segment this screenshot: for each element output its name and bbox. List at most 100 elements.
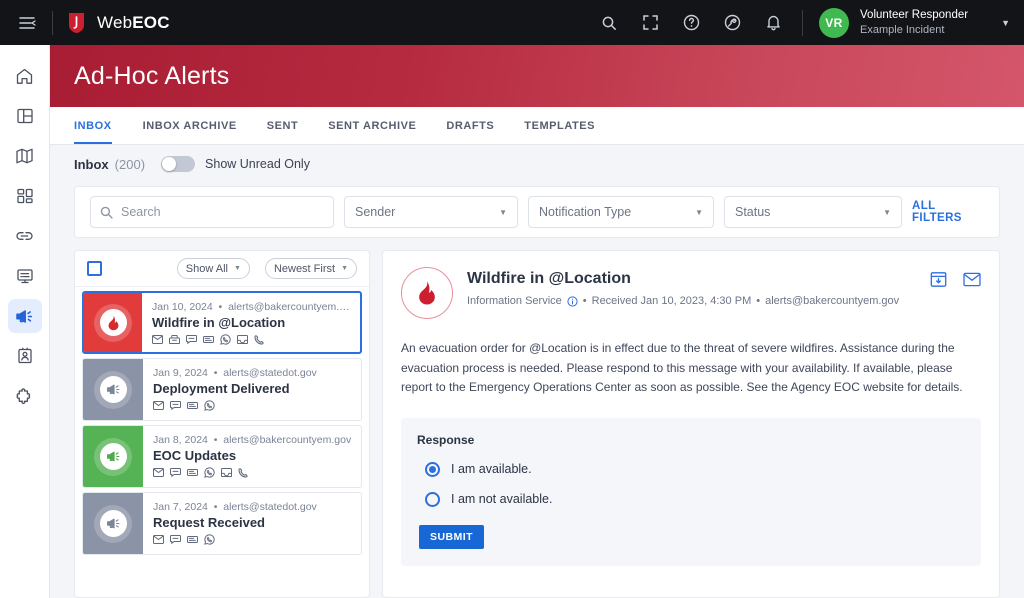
detail-title: Wildfire in @Location	[467, 270, 916, 288]
message-detail-panel: Wildfire in @Location Information Servic…	[382, 250, 1000, 598]
show-unread-only-toggle[interactable]	[161, 156, 195, 172]
phone-icon	[238, 468, 248, 478]
submit-button[interactable]: SUBMIT	[419, 525, 484, 549]
help-icon[interactable]	[680, 12, 702, 34]
list-item[interactable]: Jan 7, 2024 • alerts@statedot.gov Reques…	[82, 492, 362, 555]
message-thumbnail	[83, 426, 143, 487]
sms-icon	[170, 468, 181, 477]
message-date: Jan 9, 2024	[153, 367, 208, 379]
list-item[interactable]: Jan 9, 2024 • alerts@statedot.gov Deploy…	[82, 358, 362, 421]
hamburger-icon[interactable]	[10, 6, 44, 40]
chevron-down-icon: ▼	[341, 265, 348, 272]
show-all-dropdown[interactable]: Show All ▼	[177, 258, 250, 279]
search-placeholder: Search	[121, 205, 161, 219]
tab-inbox[interactable]: INBOX	[74, 107, 128, 144]
show-unread-only-label: Show Unread Only	[205, 157, 310, 171]
webeoc-logo-icon	[67, 12, 86, 34]
status-dropdown-label: Status	[735, 205, 770, 219]
chevron-down-icon: ▼	[234, 265, 241, 272]
filter-bar: Search Sender ▼ Notification Type ▼ Stat…	[74, 186, 1000, 238]
notifications-icon[interactable]	[762, 12, 784, 34]
support-icon[interactable]	[721, 12, 743, 34]
message-list-panel: Show All ▼ Newest First ▼	[74, 250, 370, 598]
message-sender: alerts@bakercountyem.gov	[223, 434, 351, 446]
sms-icon	[170, 401, 181, 410]
message-thumbnail	[83, 493, 143, 554]
detail-service: Information Service	[467, 295, 562, 307]
channel-icons	[153, 467, 352, 478]
sidebar-item-links[interactable]	[8, 219, 42, 253]
sidebar-item-plugins[interactable]	[8, 379, 42, 413]
email-icon	[152, 335, 163, 344]
megaphone-icon	[106, 449, 121, 464]
radio-option-available[interactable]: I am available.	[417, 462, 965, 477]
list-item[interactable]: Jan 8, 2024 • alerts@bakercountyem.gov E…	[82, 425, 362, 488]
whatsapp-icon	[220, 334, 231, 345]
message-sender: alerts@statedot.gov	[223, 367, 317, 379]
info-icon[interactable]	[567, 296, 578, 307]
sidebar-item-boards[interactable]	[8, 99, 42, 133]
fullscreen-icon[interactable]	[639, 12, 661, 34]
sidebar-item-home[interactable]	[8, 59, 42, 93]
top-bar-icons	[598, 12, 784, 34]
message-date: Jan 8, 2024	[153, 434, 208, 446]
sidebar-item-display[interactable]	[8, 259, 42, 293]
detail-body: An evacuation order for @Location is in …	[401, 339, 981, 398]
chevron-down-icon[interactable]: ▼	[1001, 18, 1010, 28]
detail-sender: alerts@bakercountyem.gov	[765, 295, 899, 307]
message-date: Jan 10, 2024	[152, 301, 213, 313]
brand[interactable]: WebEOC	[67, 12, 170, 34]
search-input[interactable]: Search	[90, 196, 334, 228]
message-title: Deployment Delivered	[153, 381, 352, 396]
sort-label: Newest First	[274, 263, 335, 275]
message-date: Jan 7, 2024	[153, 501, 208, 513]
tab-sent[interactable]: SENT	[252, 107, 314, 144]
sort-dropdown[interactable]: Newest First ▼	[265, 258, 357, 279]
tab-bar: INBOX INBOX ARCHIVE SENT SENT ARCHIVE DR…	[50, 107, 1024, 145]
fax-icon	[169, 335, 180, 344]
tray-icon	[221, 468, 232, 477]
phone-icon	[254, 335, 264, 345]
archive-icon[interactable]	[930, 271, 947, 288]
sms-icon	[186, 335, 197, 344]
notification-type-dropdown-label: Notification Type	[539, 205, 631, 219]
radio-option-not-available[interactable]: I am not available.	[417, 492, 965, 507]
show-all-label: Show All	[186, 263, 228, 275]
avatar: VR	[819, 8, 849, 38]
list-item[interactable]: Jan 10, 2024 • alerts@bakercountyem.gov …	[82, 291, 362, 354]
user-name: Volunteer Responder	[860, 8, 968, 23]
select-all-checkbox[interactable]	[87, 261, 102, 276]
chevron-down-icon: ▼	[695, 208, 703, 217]
tab-templates[interactable]: TEMPLATES	[509, 107, 610, 144]
detail-actions	[930, 267, 981, 288]
message-list: Jan 10, 2024 • alerts@bakercountyem.gov …	[75, 287, 369, 597]
megaphone-icon	[106, 382, 121, 397]
tab-sent-archive[interactable]: SENT ARCHIVE	[313, 107, 431, 144]
message-sender: alerts@statedot.gov	[223, 501, 317, 513]
status-dropdown[interactable]: Status ▼	[724, 196, 902, 228]
tab-drafts[interactable]: DRAFTS	[431, 107, 509, 144]
pager-icon	[203, 335, 214, 344]
sidebar-item-maps[interactable]	[8, 139, 42, 173]
tab-inbox-archive[interactable]: INBOX ARCHIVE	[128, 107, 252, 144]
message-thumbnail	[83, 359, 143, 420]
user-menu[interactable]: VR Volunteer Responder Example Incident …	[819, 8, 1010, 38]
sidebar-item-contacts[interactable]	[8, 339, 42, 373]
incident-name: Example Incident	[860, 23, 968, 37]
chevron-down-icon: ▼	[499, 208, 507, 217]
webeoc-app: WebEOC	[0, 0, 1024, 598]
body: Ad-Hoc Alerts INBOX INBOX ARCHIVE SENT S…	[0, 45, 1024, 598]
sidebar-item-alerts[interactable]	[8, 299, 42, 333]
inbox-toolbar: Inbox (200) Show Unread Only	[50, 145, 1024, 183]
all-filters-button[interactable]: ALL FILTERS	[912, 200, 984, 224]
email-icon	[153, 468, 164, 477]
notification-type-dropdown[interactable]: Notification Type ▼	[528, 196, 714, 228]
search-icon	[100, 206, 113, 219]
sender-dropdown[interactable]: Sender ▼	[344, 196, 518, 228]
mark-unread-icon[interactable]	[963, 272, 981, 287]
search-icon[interactable]	[598, 12, 620, 34]
user-divider	[802, 10, 803, 36]
radio-label: I am not available.	[451, 492, 552, 506]
sidebar-item-apps[interactable]	[8, 179, 42, 213]
message-list-header: Show All ▼ Newest First ▼	[75, 251, 369, 287]
